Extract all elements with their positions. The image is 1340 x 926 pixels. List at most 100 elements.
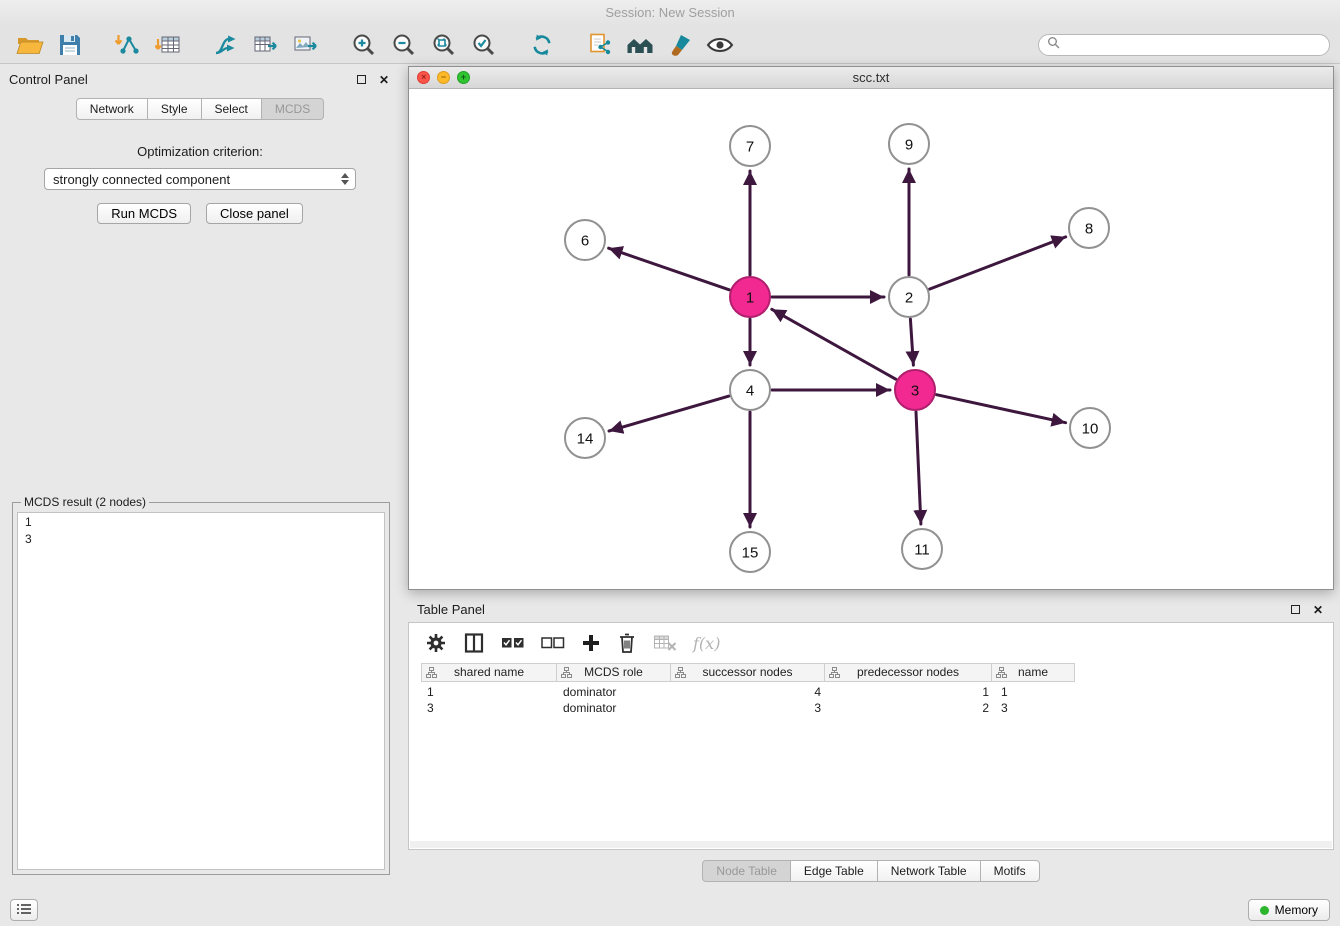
network-window-titlebar[interactable]: scc.txt — [409, 67, 1333, 89]
network-view[interactable]: 7 9 6 8 1 2 4 3 14 10 15 11 — [409, 89, 1333, 589]
control-panel-header: Control Panel — [0, 66, 400, 92]
node-3[interactable]: 3 — [895, 370, 935, 410]
node-2[interactable]: 2 — [889, 277, 929, 317]
window-zoom-button[interactable] — [457, 71, 470, 84]
zoom-in-icon[interactable] — [344, 29, 384, 61]
node-11[interactable]: 11 — [902, 529, 942, 569]
mcds-result-list[interactable]: 13 — [17, 512, 385, 870]
toolbar-buttons — [10, 29, 758, 61]
toolbar-group — [10, 29, 90, 61]
column-header-name[interactable]: name — [991, 663, 1075, 682]
toolbar-group — [108, 29, 188, 61]
column-header-predecessor-nodes[interactable]: predecessor nodes — [824, 663, 992, 682]
close-table-panel-button[interactable] — [1311, 602, 1325, 616]
new-network-icon[interactable] — [206, 29, 246, 61]
close-control-panel-button[interactable] — [377, 72, 391, 86]
table-header-row: shared nameMCDS rolesuccessor nodesprede… — [421, 663, 1333, 682]
network-window-title: scc.txt — [853, 70, 890, 85]
memory-button[interactable]: Memory — [1248, 899, 1330, 921]
edge-1-6[interactable] — [609, 248, 730, 290]
split-columns-icon[interactable] — [463, 629, 485, 657]
export-image-icon[interactable] — [286, 29, 326, 61]
edge-4-14[interactable] — [609, 396, 729, 431]
node-6[interactable]: 6 — [565, 220, 605, 260]
edge-3-10[interactable] — [937, 395, 1066, 423]
copy-network-icon[interactable] — [580, 29, 620, 61]
svg-text:8: 8 — [1085, 220, 1093, 237]
tab-network-table[interactable]: Network Table — [877, 860, 981, 882]
search-box[interactable] — [1038, 34, 1330, 56]
column-header-mcds-role[interactable]: MCDS role — [556, 663, 671, 682]
network-canvas[interactable]: 7 9 6 8 1 2 4 3 14 10 15 11 — [409, 89, 1333, 589]
node-9[interactable]: 9 — [889, 124, 929, 164]
node-8[interactable]: 8 — [1069, 208, 1109, 248]
node-10[interactable]: 10 — [1070, 408, 1110, 448]
tab-edge-table[interactable]: Edge Table — [790, 860, 878, 882]
table-panel: Table Panel f(x) shared nameMCDS rolesuc… — [408, 596, 1334, 886]
column-header-successor-nodes[interactable]: successor nodes — [670, 663, 825, 682]
deselect-all-icon[interactable] — [541, 629, 565, 657]
memory-status-icon — [1260, 906, 1269, 915]
float-table-panel-button[interactable] — [1288, 602, 1302, 616]
export-table-icon[interactable] — [246, 29, 286, 61]
horizontal-scrollbar[interactable] — [410, 841, 1332, 848]
float-control-panel-button[interactable] — [354, 72, 368, 86]
node-table: shared nameMCDS rolesuccessor nodesprede… — [421, 663, 1333, 716]
table-tabs: Node TableEdge TableNetwork TableMotifs — [408, 860, 1334, 882]
edge-3-1[interactable] — [772, 309, 896, 379]
import-network-icon[interactable] — [108, 29, 148, 61]
table-row[interactable]: 3dominator323 — [421, 700, 1333, 716]
criterion-select[interactable]: strongly connected component — [44, 168, 356, 190]
search-input[interactable] — [1065, 38, 1321, 52]
tab-network[interactable]: Network — [76, 98, 148, 120]
tab-style[interactable]: Style — [147, 98, 202, 120]
optimization-label: Optimization criterion: — [0, 144, 400, 159]
tab-node-table[interactable]: Node Table — [702, 860, 791, 882]
toolbar-group — [206, 29, 326, 61]
style-brush-icon[interactable] — [660, 29, 700, 61]
select-all-icon[interactable] — [501, 629, 525, 657]
first-neighbors-icon[interactable] — [620, 29, 660, 61]
window-minimize-button[interactable] — [437, 71, 450, 84]
list-icon — [16, 903, 32, 918]
node-7[interactable]: 7 — [730, 126, 770, 166]
gear-icon[interactable] — [425, 629, 447, 657]
eye-icon[interactable] — [700, 29, 740, 61]
table-row[interactable]: 1dominator411 — [421, 684, 1333, 700]
import-table-icon[interactable] — [148, 29, 188, 61]
table-cell: 3 — [672, 700, 827, 716]
tab-motifs[interactable]: Motifs — [980, 860, 1040, 882]
open-folder-icon[interactable] — [10, 29, 50, 61]
save-icon[interactable] — [50, 29, 90, 61]
zoom-fit-icon[interactable] — [424, 29, 464, 61]
close-mcds-panel-button[interactable]: Close panel — [206, 203, 303, 224]
table-panel-header: Table Panel — [408, 596, 1334, 622]
node-15[interactable]: 15 — [730, 532, 770, 572]
mcds-result-fieldset: MCDS result (2 nodes) 13 — [12, 495, 390, 875]
toolbar-group — [522, 29, 562, 61]
window-close-button[interactable] — [417, 71, 430, 84]
refresh-layout-icon[interactable] — [522, 29, 562, 61]
delete-table-icon[interactable] — [653, 629, 677, 657]
edge-2-3[interactable] — [910, 319, 913, 365]
run-mcds-button[interactable]: Run MCDS — [97, 203, 191, 224]
edge-3-11[interactable] — [916, 412, 921, 524]
node-1[interactable]: 1 — [730, 277, 770, 317]
column-header-shared-name[interactable]: shared name — [421, 663, 557, 682]
result-line: 1 — [25, 514, 377, 531]
table-cell: 4 — [672, 684, 827, 700]
zoom-out-icon[interactable] — [384, 29, 424, 61]
svg-text:6: 6 — [581, 232, 589, 249]
tab-select[interactable]: Select — [201, 98, 262, 120]
panel-list-button[interactable] — [10, 899, 38, 921]
add-column-icon[interactable] — [581, 629, 601, 657]
function-icon[interactable]: f(x) — [693, 629, 720, 657]
tab-mcds[interactable]: MCDS — [261, 98, 324, 120]
delete-column-icon[interactable] — [617, 629, 637, 657]
select-arrows-icon — [341, 173, 349, 185]
node-4[interactable]: 4 — [730, 370, 770, 410]
zoom-selected-icon[interactable] — [464, 29, 504, 61]
edge-2-8[interactable] — [930, 237, 1066, 289]
node-14[interactable]: 14 — [565, 418, 605, 458]
table-cell: 1 — [827, 684, 995, 700]
